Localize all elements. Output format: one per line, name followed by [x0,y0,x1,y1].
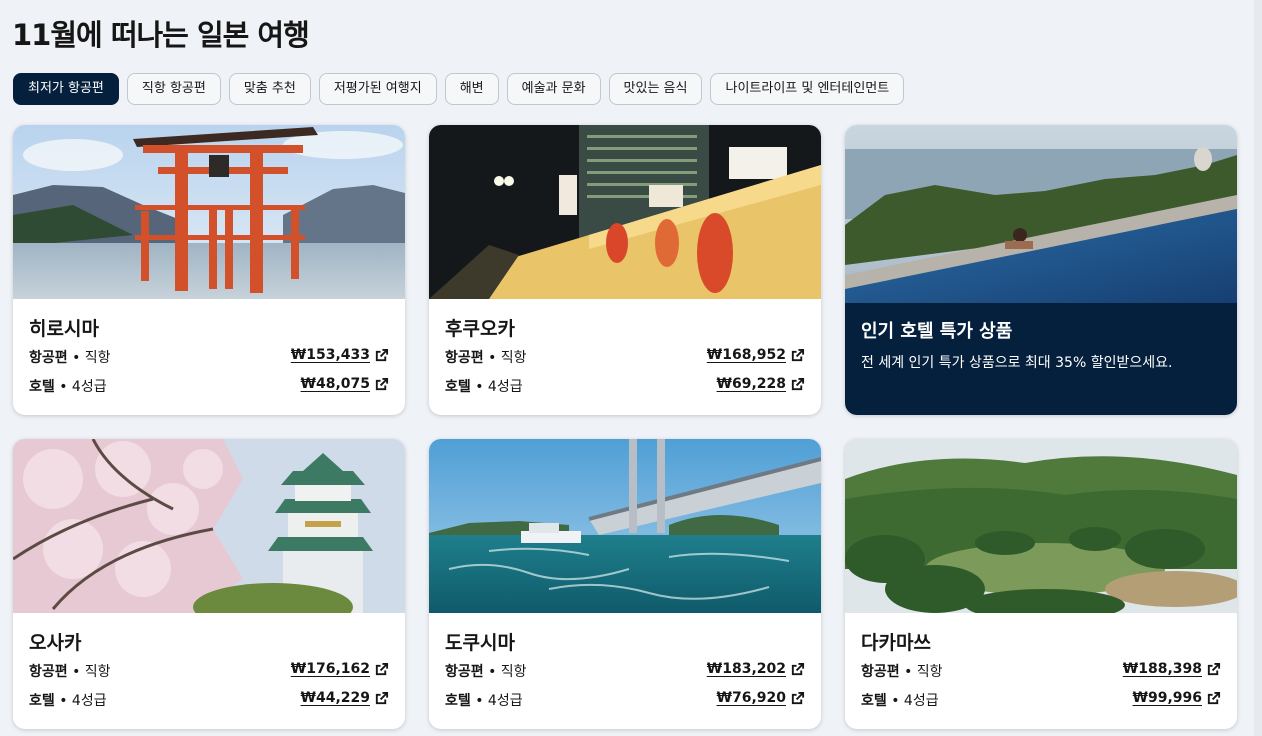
destination-name: 히로시마 [29,318,99,340]
hotel-price[interactable]: ₩99,996 [1133,690,1202,706]
chip-arts-culture[interactable]: 예술과 문화 [506,73,601,105]
hotel-price-link[interactable]: ₩44,229 [301,690,389,706]
promo-banner: 인기 호텔 특가 상품 전 세계 인기 특가 상품으로 최대 35% 할인받으세… [845,303,1237,415]
promo-description: 전 세계 인기 특가 상품으로 최대 35% 할인받으세요. [861,355,1173,371]
yatai-street-night-photo [429,125,821,299]
external-link-icon [791,377,805,390]
destination-card-tokushima[interactable]: 도쿠시마 항공편 • 직항 ₩183,202 호텔 • 4성급 ₩76,920 [429,439,821,729]
external-link-icon [791,662,805,675]
hotel-class: • 4성급 [59,379,107,395]
destination-name: 도쿠시마 [445,632,515,654]
destination-card-takamatsu[interactable]: 다카마쓰 항공편 • 직항 ₩188,398 호텔 • 4성급 ₩99,996 [845,439,1237,729]
chip-beach[interactable]: 해변 [444,73,499,105]
external-link-icon [791,691,805,704]
flight-price-link[interactable]: ₩183,202 [707,661,805,677]
flight-label: 항공편 [861,664,900,680]
hotel-price[interactable]: ₩48,075 [301,376,370,392]
flight-label: 항공편 [445,664,484,680]
page-title: 11월에 떠나는 일본 여행 [12,18,310,52]
destination-name: 후쿠오카 [445,318,515,340]
destination-name: 다카마쓰 [861,632,931,654]
flight-row: 항공편 • 직항 ₩153,433 [29,347,389,369]
hotel-label: 호텔 [445,379,471,395]
flight-price-link[interactable]: ₩168,952 [707,347,805,363]
hotel-price-link[interactable]: ₩48,075 [301,376,389,392]
flight-type: • 직항 [488,664,527,680]
flight-row: 항공편 • 직항 ₩188,398 [861,661,1221,683]
destination-card-osaka[interactable]: 오사카 항공편 • 직항 ₩176,162 호텔 • 4성급 ₩44,229 [13,439,405,729]
naruto-bridge-whirlpool-photo [429,439,821,613]
hotel-row: 호텔 • 4성급 ₩69,228 [445,376,805,398]
chip-direct-flights[interactable]: 직항 항공편 [126,73,221,105]
hotel-price-link[interactable]: ₩69,228 [717,376,805,392]
flight-price-link[interactable]: ₩153,433 [291,347,389,363]
hotel-row: 호텔 • 4성급 ₩76,920 [445,690,805,712]
infinity-pool-photo [845,125,1237,303]
hotel-label: 호텔 [445,693,471,709]
hotel-price-link[interactable]: ₩76,920 [717,690,805,706]
hotel-price-link[interactable]: ₩99,996 [1133,690,1221,706]
flight-type: • 직항 [904,664,943,680]
hotel-class: • 4성급 [59,693,107,709]
external-link-icon [375,348,389,361]
filter-chips: 최저가 항공편 직항 항공편 맞춤 추천 저평가된 여행지 해변 예술과 문화 … [13,73,905,105]
promo-title: 인기 호텔 특가 상품 [861,321,1013,342]
flight-type: • 직항 [72,350,111,366]
flight-price[interactable]: ₩168,952 [707,347,786,363]
flight-price[interactable]: ₩176,162 [291,661,370,677]
flight-row: 항공편 • 직항 ₩168,952 [445,347,805,369]
hotel-label: 호텔 [29,379,55,395]
hotel-price[interactable]: ₩69,228 [717,376,786,392]
hotel-class: • 4성급 [475,379,523,395]
destination-card-fukuoka[interactable]: 후쿠오카 항공편 • 직항 ₩168,952 호텔 • 4성급 ₩69,228 [429,125,821,415]
flight-label: 항공편 [29,664,68,680]
ritsurin-garden-photo [845,439,1237,613]
scrollbar-track[interactable] [1254,0,1262,736]
flight-price[interactable]: ₩183,202 [707,661,786,677]
hotel-row: 호텔 • 4성급 ₩99,996 [861,690,1221,712]
destination-name: 오사카 [29,632,82,654]
hotel-label: 호텔 [29,693,55,709]
external-link-icon [375,691,389,704]
flight-row: 항공편 • 직항 ₩176,162 [29,661,389,683]
flight-type: • 직항 [488,350,527,366]
flight-price[interactable]: ₩188,398 [1123,661,1202,677]
hotel-price[interactable]: ₩44,229 [301,690,370,706]
chip-underrated[interactable]: 저평가된 여행지 [318,73,437,105]
flight-label: 항공편 [445,350,484,366]
hotel-price[interactable]: ₩76,920 [717,690,786,706]
flight-price[interactable]: ₩153,433 [291,347,370,363]
hotel-class: • 4성급 [475,693,523,709]
chip-recommended[interactable]: 맞춤 추천 [228,73,311,105]
destination-card-hiroshima[interactable]: 히로시마 항공편 • 직항 ₩153,433 호텔 • 4성급 ₩48,075 [13,125,405,415]
external-link-icon [375,377,389,390]
hotel-label: 호텔 [861,693,887,709]
flight-row: 항공편 • 직항 ₩183,202 [445,661,805,683]
chip-cheapest-flights[interactable]: 최저가 항공편 [13,73,119,105]
flight-type: • 직항 [72,664,111,680]
external-link-icon [1207,662,1221,675]
flight-price-link[interactable]: ₩188,398 [1123,661,1221,677]
chip-food[interactable]: 맛있는 음식 [608,73,703,105]
external-link-icon [1207,691,1221,704]
flight-label: 항공편 [29,350,68,366]
osaka-castle-sakura-photo [13,439,405,613]
chip-nightlife[interactable]: 나이트라이프 및 엔터테인먼트 [710,73,905,105]
external-link-icon [375,662,389,675]
flight-price-link[interactable]: ₩176,162 [291,661,389,677]
itsukushima-torii-photo [13,125,405,299]
external-link-icon [791,348,805,361]
hotel-row: 호텔 • 4성급 ₩48,075 [29,376,389,398]
hotel-deals-promo-card[interactable]: 인기 호텔 특가 상품 전 세계 인기 특가 상품으로 최대 35% 할인받으세… [845,125,1237,415]
hotel-row: 호텔 • 4성급 ₩44,229 [29,690,389,712]
hotel-class: • 4성급 [891,693,939,709]
